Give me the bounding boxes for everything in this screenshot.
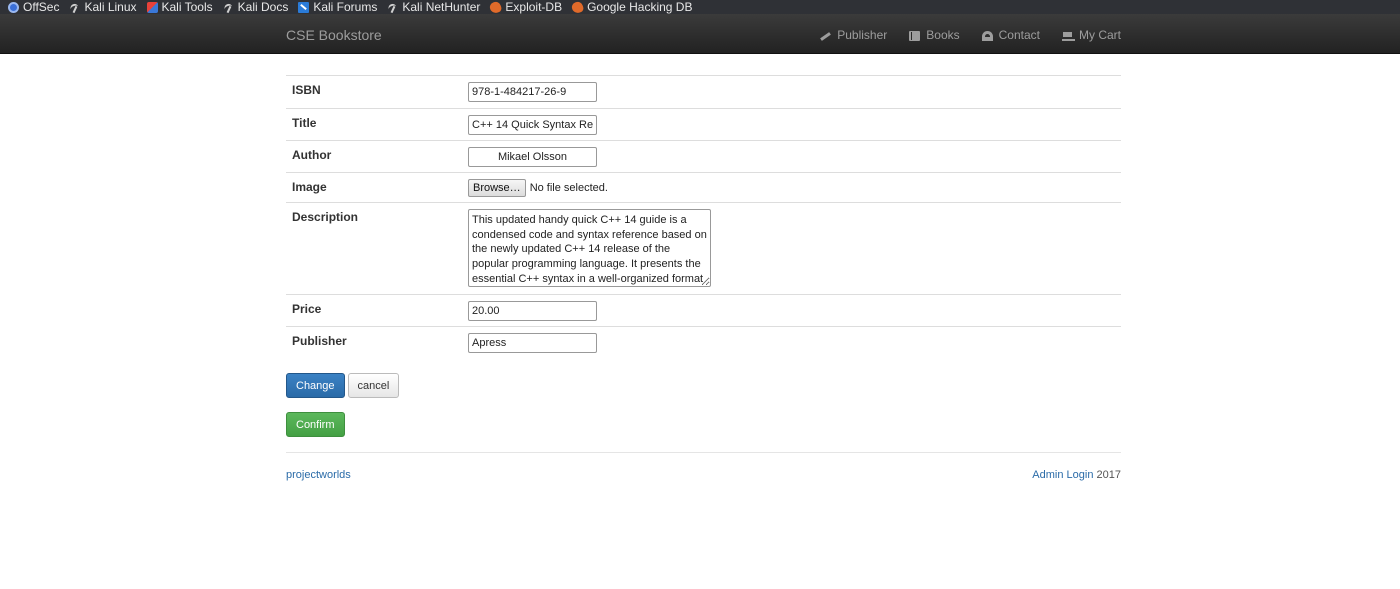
cart-icon (1062, 31, 1075, 41)
brand-link[interactable]: CSE Bookstore (286, 14, 382, 57)
form-row-publisher: Publisher (286, 326, 1121, 358)
cancel-button[interactable]: cancel (347, 373, 400, 398)
bookmark-google-hacking-db[interactable]: Google Hacking DB (570, 0, 693, 15)
description-textarea[interactable]: This updated handy quick C++ 14 guide is… (468, 209, 711, 287)
bookmark-label: Kali NetHunter (402, 0, 481, 14)
form-actions: Change cancel (286, 373, 400, 398)
isbn-label: ISBN (292, 83, 321, 97)
bookmark-offsec[interactable]: OffSec (8, 0, 59, 14)
pencil-icon (820, 31, 831, 41)
nav-item-books[interactable]: Books (909, 14, 960, 57)
publisher-input[interactable] (468, 333, 597, 353)
nav-item-label: Books (926, 28, 960, 42)
confirm-button[interactable]: Confirm (286, 412, 345, 437)
nav-item-label: My Cart (1079, 28, 1121, 42)
footer-right: Admin Login 2017 (1032, 469, 1121, 481)
publisher-label: Publisher (292, 334, 347, 348)
file-status: No file selected. (529, 181, 608, 194)
bookmark-kali-tools[interactable]: Kali Tools (146, 0, 213, 14)
admin-login-link[interactable]: Admin Login (1032, 469, 1093, 481)
bookmark-label: Kali Forums (313, 0, 378, 14)
kali-icon (387, 2, 398, 13)
bookmark-label: Kali Docs (237, 0, 289, 14)
author-label: Author (292, 148, 332, 162)
bookmark-kali-docs[interactable]: Kali Docs (223, 0, 289, 14)
kali-icon (69, 2, 80, 13)
form-row-title: Title (286, 108, 1121, 140)
form-row-isbn: ISBN (286, 75, 1121, 108)
bookmark-label: OffSec (23, 0, 60, 14)
bookmarks-bar: OffSec Kali Linux Kali Tools Kali Docs K… (0, 0, 1400, 15)
kali-icon (223, 2, 234, 13)
exploit-db-icon (570, 0, 585, 15)
description-label: Description (292, 210, 359, 224)
nav-item-label: Contact (998, 28, 1040, 42)
title-input[interactable] (468, 115, 597, 135)
bookmark-exploit-db[interactable]: Exploit-DB (488, 0, 563, 15)
page-footer: projectworlds Admin Login 2017 (286, 452, 1121, 481)
price-input[interactable] (468, 301, 597, 321)
nav-item-publisher[interactable]: Publisher (820, 14, 887, 57)
image-label: Image (292, 180, 327, 194)
nav-item-label: Publisher (837, 28, 888, 42)
nav-item-contact[interactable]: Contact (981, 14, 1040, 57)
nav-menu: Publisher Books Contact My Cart (798, 14, 1121, 57)
bookmark-kali-forums[interactable]: Kali Forums (298, 0, 377, 14)
footer-year: 2017 (1096, 469, 1121, 481)
offsec-icon (8, 1, 19, 13)
price-label: Price (292, 302, 322, 316)
bookmark-kali-linux[interactable]: Kali Linux (69, 0, 136, 14)
edit-book-form: ISBN Title Author Image Browse… No file … (286, 75, 1121, 358)
change-button[interactable]: Change (286, 373, 345, 398)
bookmark-label: Exploit-DB (505, 0, 563, 14)
site-navbar: CSE Bookstore Publisher Books Contact My… (0, 14, 1400, 54)
bookmark-label: Kali Linux (84, 0, 137, 14)
kali-forums-icon (298, 1, 310, 13)
kali-tools-icon (146, 1, 158, 13)
isbn-input[interactable] (468, 82, 597, 102)
projectworlds-link[interactable]: projectworlds (286, 469, 351, 481)
form-row-image: Image Browse… No file selected. (286, 172, 1121, 202)
title-label: Title (292, 116, 317, 130)
nav-item-my-cart[interactable]: My Cart (1062, 14, 1121, 57)
exploit-db-icon (488, 0, 503, 15)
form-row-price: Price (286, 294, 1121, 326)
bookmark-kali-nethunter[interactable]: Kali NetHunter (387, 0, 480, 14)
browse-button[interactable]: Browse… (468, 178, 526, 197)
bookmark-label: Google Hacking DB (587, 0, 693, 14)
form-row-author: Author (286, 140, 1121, 172)
author-input[interactable] (468, 147, 597, 167)
book-icon (909, 30, 921, 41)
form-row-description: Description This updated handy quick C++… (286, 202, 1121, 294)
bookmark-label: Kali Tools (161, 0, 213, 14)
phone-icon (981, 30, 993, 41)
